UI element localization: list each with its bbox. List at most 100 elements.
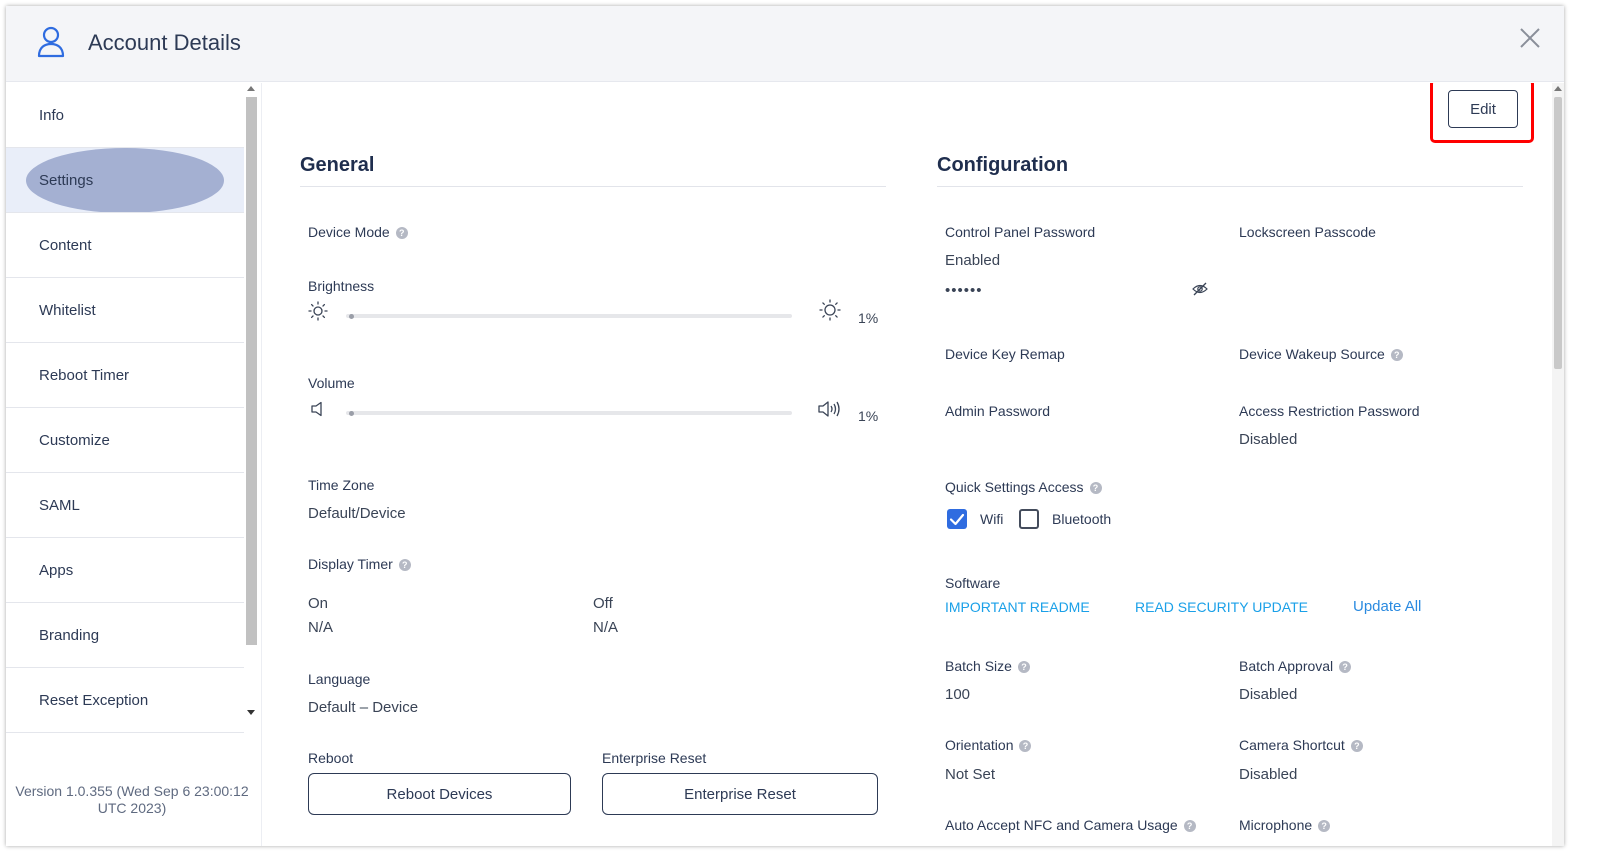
update-all-link[interactable]: Update All xyxy=(1353,598,1421,615)
access-restriction-password-label: Access Restriction Password xyxy=(1239,403,1420,419)
eye-off-icon[interactable] xyxy=(1192,282,1208,296)
sidebar-item-label: Whitelist xyxy=(39,301,96,319)
general-section-title: General xyxy=(300,154,375,176)
sidebar-item-label: Branding xyxy=(39,626,100,644)
enterprise-reset-label: Enterprise Reset xyxy=(602,750,707,766)
sidebar-scrollbar[interactable] xyxy=(244,83,259,723)
sidebar: Info Settings Content Whitelist Reboot T… xyxy=(6,83,262,846)
sidebar-item-label: Content xyxy=(39,236,92,254)
batch-approval-value: Disabled xyxy=(1239,686,1298,703)
camera-shortcut-label: Camera Shortcut? xyxy=(1239,737,1363,753)
brightness-high-icon xyxy=(819,299,841,321)
brightness-low-icon xyxy=(308,301,328,321)
access-restriction-password-value: Disabled xyxy=(1239,431,1298,448)
version-text: Version 1.0.355 (Wed Sep 6 23:00:12 UTC … xyxy=(15,783,249,816)
scroll-up-arrow-icon[interactable] xyxy=(1554,86,1562,91)
configuration-section-title: Configuration xyxy=(937,154,1069,176)
scroll-up-arrow-icon[interactable] xyxy=(247,86,255,91)
sidebar-item-reboot-timer[interactable]: Reboot Timer xyxy=(6,343,244,408)
sidebar-item-content[interactable]: Content xyxy=(6,213,244,278)
language-value: Default – Device xyxy=(308,699,419,716)
brightness-slider-handle[interactable] xyxy=(349,314,355,319)
close-icon[interactable] xyxy=(1518,26,1542,50)
sidebar-item-label: Reboot Timer xyxy=(39,366,130,384)
language-label: Language xyxy=(308,671,371,687)
volume-low-icon xyxy=(311,401,322,417)
scroll-down-arrow-icon[interactable] xyxy=(247,710,255,715)
help-icon[interactable]: ? xyxy=(1017,661,1030,673)
orientation-value: Not Set xyxy=(945,766,996,783)
main-scrollbar[interactable] xyxy=(1552,83,1564,846)
software-label: Software xyxy=(945,575,1001,591)
general-divider xyxy=(300,186,886,187)
sidebar-item-saml[interactable]: SAML xyxy=(6,473,244,538)
wifi-label: Wifi xyxy=(980,511,1004,527)
volume-slider[interactable] xyxy=(346,411,792,415)
batch-size-value: 100 xyxy=(945,686,971,703)
brightness-label: Brightness xyxy=(308,278,375,294)
help-icon[interactable]: ? xyxy=(395,227,408,239)
orientation-label: Orientation? xyxy=(945,737,1032,753)
control-panel-password-label: Control Panel Password xyxy=(945,224,1096,240)
display-off-value: N/A xyxy=(593,619,619,636)
sidebar-item-customize[interactable]: Customize xyxy=(6,408,244,473)
dialog-header: Account Details xyxy=(6,6,1564,82)
sidebar-item-label: Customize xyxy=(39,431,110,449)
settings-panel: Edit General Device Mode? Brightness 1% … xyxy=(262,83,1552,846)
lockscreen-passcode-label: Lockscreen Passcode xyxy=(1239,224,1376,240)
device-key-remap-label: Device Key Remap xyxy=(945,346,1065,362)
dialog-title: Account Details xyxy=(88,30,241,55)
scrollbar-thumb[interactable] xyxy=(1554,97,1562,369)
help-icon[interactable]: ? xyxy=(1390,349,1403,361)
important-readme-link[interactable]: IMPORTANT README xyxy=(945,599,1090,615)
admin-password-label: Admin Password xyxy=(945,403,1051,419)
batch-size-label: Batch Size? xyxy=(945,658,1030,674)
sidebar-item-label: Apps xyxy=(39,561,74,579)
bluetooth-checkbox[interactable] xyxy=(1019,509,1039,529)
time-zone-label: Time Zone xyxy=(308,477,375,493)
sidebar-item-info[interactable]: Info xyxy=(6,83,244,148)
control-panel-password-status: Enabled xyxy=(945,252,1001,269)
microphone-label: Microphone? xyxy=(1239,817,1331,833)
checkmark-icon xyxy=(949,513,965,526)
sidebar-nav: Info Settings Content Whitelist Reboot T… xyxy=(6,83,244,733)
sidebar-item-label: SAML xyxy=(39,496,80,514)
sidebar-item-apps[interactable]: Apps xyxy=(6,538,244,603)
bluetooth-label: Bluetooth xyxy=(1052,511,1112,527)
help-icon[interactable]: ? xyxy=(1089,482,1102,494)
display-on-value: N/A xyxy=(308,619,334,636)
edit-button[interactable]: Edit xyxy=(1448,90,1518,128)
account-details-dialog: Account Details Info Settings Content Wh… xyxy=(6,6,1564,846)
volume-slider-handle[interactable] xyxy=(349,411,355,416)
display-on-label: On xyxy=(308,595,329,612)
help-icon[interactable]: ? xyxy=(1318,820,1331,832)
display-timer-label: Display Timer? xyxy=(308,556,411,572)
control-panel-password-masked: •••••• xyxy=(945,282,983,299)
sidebar-item-settings[interactable]: Settings xyxy=(6,148,244,213)
device-mode-label: Device Mode? xyxy=(308,224,408,240)
help-icon[interactable]: ? xyxy=(1183,820,1196,832)
enterprise-reset-button[interactable]: Enterprise Reset xyxy=(602,773,878,815)
security-update-link[interactable]: READ SECURITY UPDATE xyxy=(1135,599,1308,615)
help-icon[interactable]: ? xyxy=(1350,740,1363,752)
help-icon[interactable]: ? xyxy=(1339,661,1352,673)
sidebar-item-reset-exception[interactable]: Reset Exception xyxy=(6,668,244,733)
scrollbar-thumb[interactable] xyxy=(246,97,257,645)
help-icon[interactable]: ? xyxy=(398,559,411,571)
sidebar-item-whitelist[interactable]: Whitelist xyxy=(6,278,244,343)
reboot-devices-button[interactable]: Reboot Devices xyxy=(308,773,571,815)
camera-shortcut-value: Disabled xyxy=(1239,766,1298,783)
brightness-slider[interactable] xyxy=(346,314,792,318)
user-icon xyxy=(37,26,65,58)
sidebar-item-label: Info xyxy=(39,106,65,124)
reboot-label: Reboot xyxy=(308,750,354,766)
sidebar-item-branding[interactable]: Branding xyxy=(6,603,244,668)
device-wakeup-source-label: Device Wakeup Source? xyxy=(1239,346,1403,362)
wifi-checkbox[interactable] xyxy=(947,509,967,529)
volume-label: Volume xyxy=(308,375,355,391)
sidebar-item-label: Settings xyxy=(39,171,94,189)
batch-approval-label: Batch Approval? xyxy=(1239,658,1352,674)
display-off-label: Off xyxy=(593,595,613,612)
time-zone-value: Default/Device xyxy=(308,505,406,522)
help-icon[interactable]: ? xyxy=(1019,740,1032,752)
